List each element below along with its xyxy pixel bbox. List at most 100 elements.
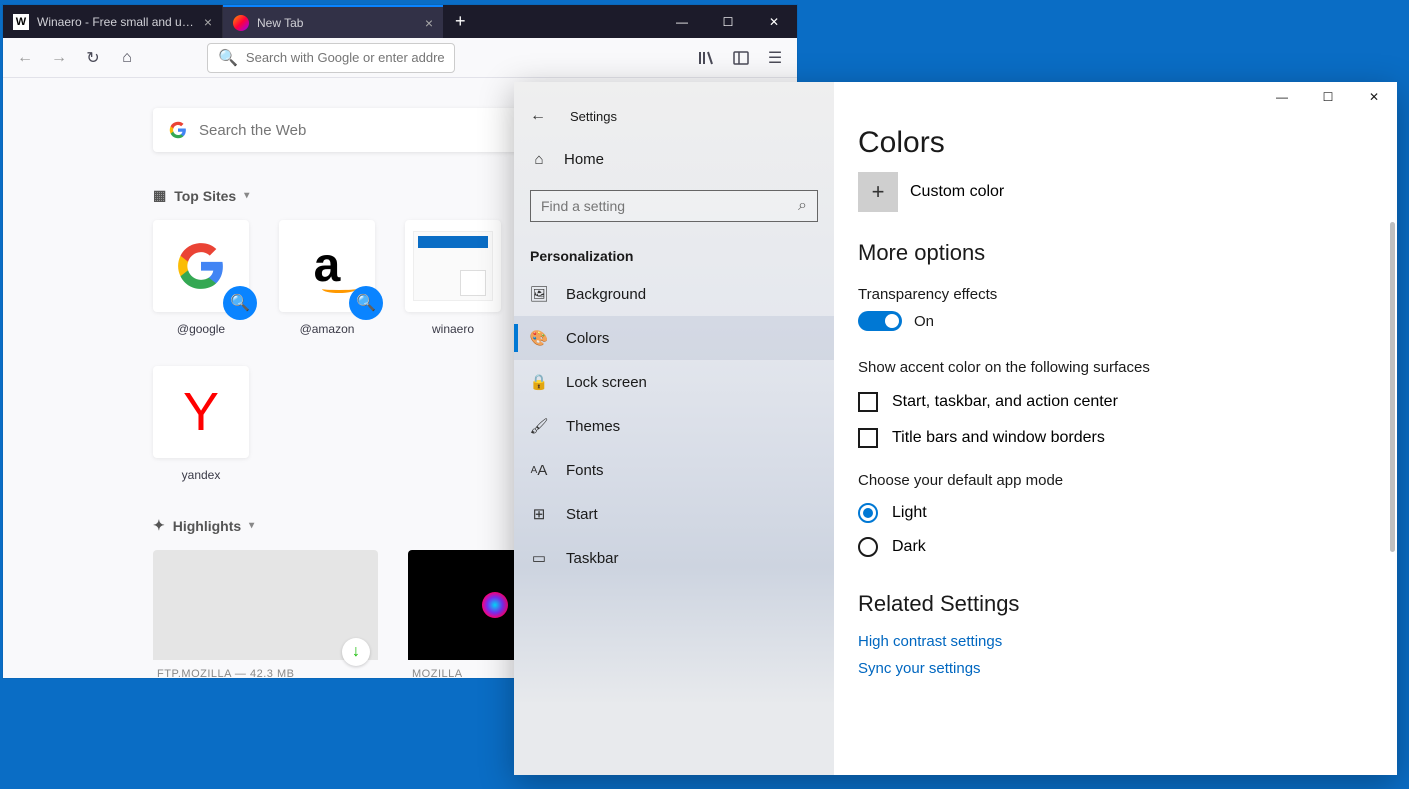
lock-icon: 🔒	[530, 373, 548, 391]
search-icon: ⌕	[798, 197, 807, 215]
url-input[interactable]	[246, 50, 444, 65]
nav-label: Fonts	[566, 462, 604, 479]
settings-home-link[interactable]: ⌂ Home	[514, 140, 834, 178]
url-bar[interactable]: 🔍	[207, 43, 455, 73]
tile-label: @amazon	[279, 322, 375, 336]
nav-lockscreen[interactable]: 🔒 Lock screen	[514, 360, 834, 404]
google-icon	[169, 121, 187, 139]
nav-label: Lock screen	[566, 374, 647, 391]
top-site-google[interactable]: 🔍 @google	[153, 220, 249, 336]
tile-label: @google	[153, 322, 249, 336]
radio-dark[interactable]: Dark	[858, 537, 1373, 557]
forward-button[interactable]: →	[45, 44, 73, 72]
close-window-button[interactable]: ✕	[1351, 82, 1397, 112]
app-menu-button[interactable]: ☰	[761, 44, 789, 72]
google-logo-icon	[176, 241, 226, 291]
radio-light[interactable]: Light	[858, 503, 1373, 523]
winaero-thumb-icon	[413, 231, 493, 301]
yandex-logo-icon: Y	[183, 381, 219, 443]
sync-settings-link[interactable]: Sync your settings	[858, 660, 1373, 677]
settings-window-controls: — ☐ ✕	[1259, 82, 1397, 112]
search-badge-icon: 🔍	[223, 286, 257, 320]
new-tab-button[interactable]: +	[443, 5, 478, 38]
window-controls: — ☐ ✕	[659, 5, 797, 38]
highlight-card[interactable]: ↓ FTP.MOZILLA — 42.3 MB	[153, 550, 378, 678]
close-tab-icon[interactable]: ×	[204, 14, 212, 30]
search-badge-icon: 🔍	[349, 286, 383, 320]
close-window-button[interactable]: ✕	[751, 5, 797, 38]
firefox-titlebar: W Winaero - Free small and usef... × New…	[3, 5, 797, 38]
firefox-nightly-icon	[480, 590, 510, 620]
nav-fonts[interactable]: AA Fonts	[514, 448, 834, 492]
browser-tab-active[interactable]: New Tab ×	[223, 5, 443, 38]
chevron-down-icon: ▾	[244, 190, 249, 201]
nav-background[interactable]: 🖼 Background	[514, 272, 834, 316]
tile-label: winaero	[405, 322, 501, 336]
browser-tab-inactive[interactable]: W Winaero - Free small and usef... ×	[3, 5, 223, 38]
chevron-down-icon: ▾	[249, 520, 254, 531]
radio-label: Dark	[892, 538, 926, 556]
nav-taskbar[interactable]: ▭ Taskbar	[514, 536, 834, 580]
tile-label: yandex	[153, 468, 249, 482]
firefox-toolbar: ← → ↻ ⌂ 🔍 ☰	[3, 38, 797, 78]
favicon-winaero: W	[13, 14, 29, 30]
custom-color-button[interactable]: +	[858, 172, 898, 212]
page-title: Colors	[858, 126, 1373, 160]
library-button[interactable]	[693, 44, 721, 72]
maximize-button[interactable]: ☐	[705, 5, 751, 38]
nav-label: Colors	[566, 330, 609, 347]
sidebar-button[interactable]	[727, 44, 755, 72]
sparkle-icon: ✦	[153, 517, 165, 534]
nav-start[interactable]: ⊞ Start	[514, 492, 834, 536]
top-site-amazon[interactable]: a 🔍 @amazon	[279, 220, 375, 336]
grid-icon: ▦	[153, 187, 166, 204]
more-options-heading: More options	[858, 240, 1373, 266]
nav-colors[interactable]: 🎨 Colors	[514, 316, 834, 360]
home-icon: ⌂	[530, 150, 548, 168]
settings-content: — ☐ ✕ Colors + Custom color More options…	[834, 82, 1397, 775]
download-icon: ↓	[342, 638, 370, 666]
checkbox-titlebars[interactable]: Title bars and window borders	[858, 428, 1373, 448]
scrollbar[interactable]	[1390, 222, 1395, 552]
transparency-toggle[interactable]	[858, 311, 902, 331]
start-icon: ⊞	[530, 505, 548, 523]
back-button[interactable]: ←	[530, 107, 546, 125]
settings-category-label: Personalization	[514, 234, 834, 272]
radio-label: Light	[892, 504, 927, 522]
nav-label: Taskbar	[566, 550, 619, 567]
settings-search-input[interactable]	[541, 198, 798, 214]
nav-label: Background	[566, 286, 646, 303]
settings-title: Settings	[570, 109, 617, 124]
settings-window: ← Settings ⌂ Home ⌕ Personalization 🖼 Ba…	[514, 82, 1397, 775]
settings-search[interactable]: ⌕	[530, 190, 818, 222]
highlight-caption: FTP.MOZILLA — 42.3 MB	[153, 660, 378, 678]
top-site-winaero[interactable]: winaero	[405, 220, 501, 336]
checkbox-label: Start, taskbar, and action center	[892, 393, 1118, 411]
highlights-label: Highlights	[173, 518, 241, 534]
nav-themes[interactable]: 🖌 Themes	[514, 404, 834, 448]
radio-icon	[858, 503, 878, 523]
maximize-button[interactable]: ☐	[1305, 82, 1351, 112]
checkbox-label: Title bars and window borders	[892, 429, 1105, 447]
tab-title: Winaero - Free small and usef...	[37, 15, 196, 29]
nav-label: Themes	[566, 418, 620, 435]
amazon-logo-icon: a	[314, 249, 341, 283]
custom-color-label: Custom color	[910, 183, 1004, 201]
checkbox-icon	[858, 428, 878, 448]
back-button[interactable]: ←	[11, 44, 39, 72]
nav-label: Start	[566, 506, 598, 523]
close-tab-icon[interactable]: ×	[425, 15, 433, 31]
reload-button[interactable]: ↻	[79, 44, 107, 72]
accent-surfaces-label: Show accent color on the following surfa…	[858, 359, 1373, 376]
top-site-yandex[interactable]: Y yandex	[153, 366, 249, 482]
home-label: Home	[564, 151, 604, 168]
tab-title: New Tab	[257, 16, 417, 30]
transparency-label: Transparency effects	[858, 286, 1373, 303]
search-icon: 🔍	[218, 48, 238, 68]
checkbox-start-taskbar[interactable]: Start, taskbar, and action center	[858, 392, 1373, 412]
high-contrast-link[interactable]: High contrast settings	[858, 633, 1373, 650]
minimize-button[interactable]: —	[1259, 82, 1305, 112]
font-icon: AA	[530, 461, 548, 479]
minimize-button[interactable]: —	[659, 5, 705, 38]
home-button[interactable]: ⌂	[113, 44, 141, 72]
